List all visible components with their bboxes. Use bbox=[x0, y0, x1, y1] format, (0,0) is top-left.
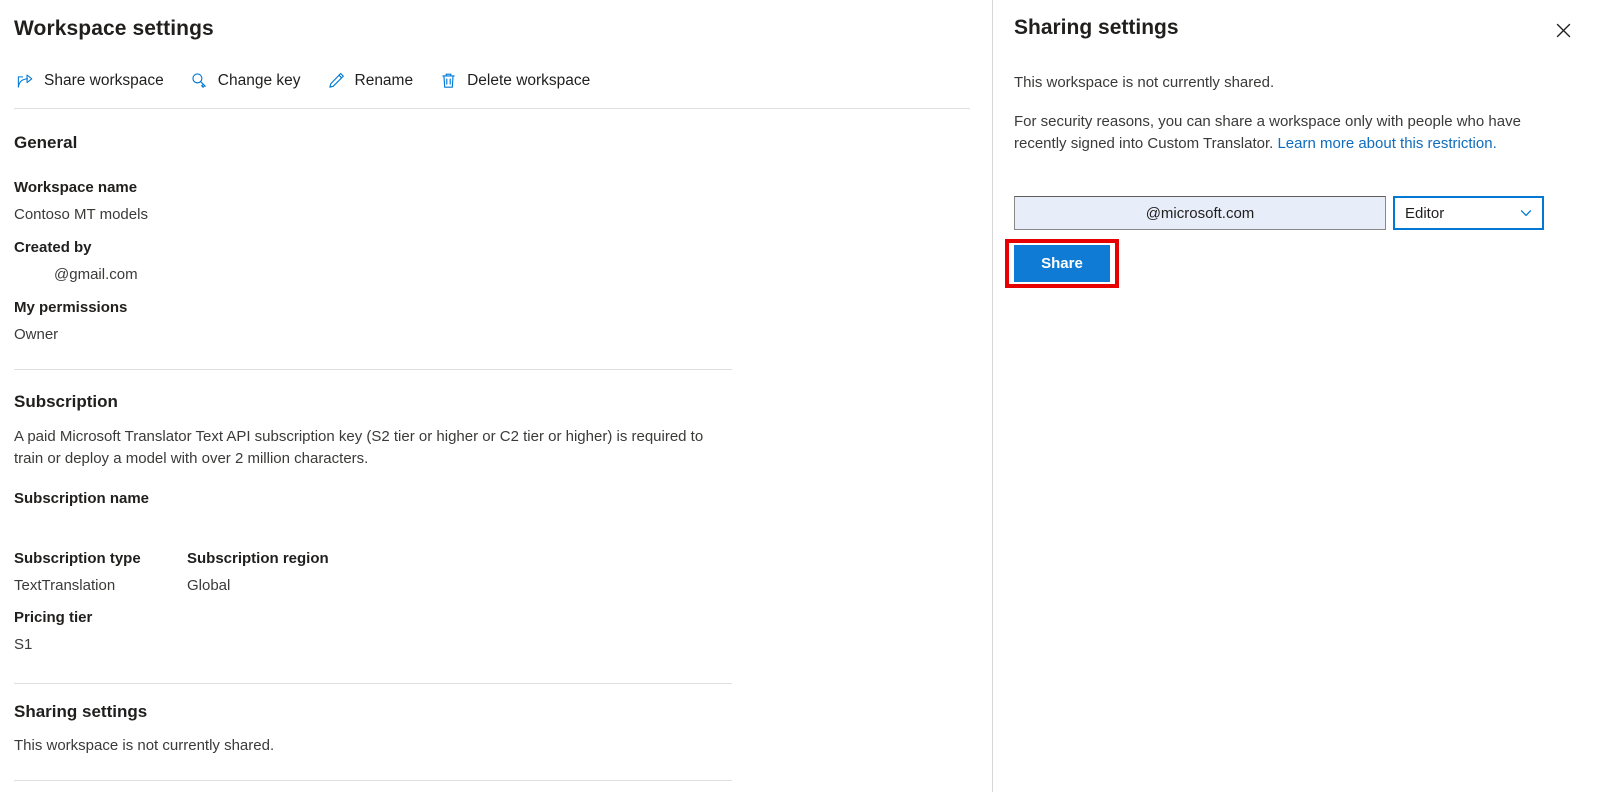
section-divider-general bbox=[14, 369, 732, 370]
sharing-settings-flyout: Sharing settings This workspace is not c… bbox=[993, 0, 1601, 792]
workspace-name-value: Contoso MT models bbox=[14, 206, 148, 223]
workspace-settings-panel: Workspace settings Share workspace Chang… bbox=[0, 0, 993, 792]
share-workspace-label: Share workspace bbox=[44, 71, 164, 89]
share-email-input[interactable] bbox=[1014, 196, 1386, 230]
rename-button[interactable]: Rename bbox=[325, 68, 424, 93]
key-icon bbox=[190, 71, 209, 90]
my-permissions-value: Owner bbox=[14, 326, 59, 343]
created-by-label: Created by bbox=[14, 239, 92, 256]
subscription-region-value: Global bbox=[187, 577, 231, 594]
toolbar-divider bbox=[14, 108, 970, 109]
page-title: Workspace settings bbox=[14, 17, 214, 40]
command-bar: Share workspace Change key Rename Delete… bbox=[14, 68, 614, 93]
subscription-type-value: TextTranslation bbox=[14, 577, 116, 594]
pricing-tier-value: S1 bbox=[14, 636, 33, 653]
share-workspace-button[interactable]: Share workspace bbox=[14, 68, 174, 93]
change-key-button[interactable]: Change key bbox=[188, 68, 311, 93]
security-note: For security reasons, you can share a wo… bbox=[1014, 111, 1534, 154]
my-permissions-label: My permissions bbox=[14, 299, 128, 316]
share-icon bbox=[16, 71, 35, 90]
pencil-icon bbox=[327, 71, 346, 90]
subscription-description: A paid Microsoft Translator Text API sub… bbox=[14, 428, 704, 467]
subscription-type-label: Subscription type bbox=[14, 550, 141, 567]
sharing-panel-title: Sharing settings bbox=[1014, 16, 1179, 39]
delete-workspace-label: Delete workspace bbox=[467, 71, 591, 89]
change-key-label: Change key bbox=[217, 71, 301, 89]
learn-more-link[interactable]: Learn more about this restriction. bbox=[1277, 135, 1496, 152]
pricing-tier-label: Pricing tier bbox=[14, 609, 93, 626]
subscription-section-heading: Subscription bbox=[14, 392, 118, 411]
general-section-heading: General bbox=[14, 133, 78, 152]
share-button[interactable]: Share bbox=[1014, 245, 1110, 282]
section-divider-sharing bbox=[14, 780, 732, 781]
rename-label: Rename bbox=[354, 71, 414, 89]
sharing-status-message: This workspace is not currently shared. bbox=[1014, 74, 1275, 91]
chevron-down-icon bbox=[1519, 206, 1533, 220]
workspace-settings-page: Workspace settings Share workspace Chang… bbox=[0, 0, 1601, 792]
delete-workspace-button[interactable]: Delete workspace bbox=[437, 68, 600, 93]
role-select[interactable]: Editor bbox=[1393, 196, 1544, 230]
trash-icon bbox=[439, 71, 458, 90]
sharing-status-text: This workspace is not currently shared. bbox=[14, 737, 275, 754]
subscription-name-label: Subscription name bbox=[14, 490, 150, 507]
workspace-name-label: Workspace name bbox=[14, 179, 138, 196]
subscription-region-label: Subscription region bbox=[187, 550, 329, 567]
close-icon[interactable] bbox=[1550, 17, 1576, 43]
created-by-value: @gmail.com bbox=[54, 266, 138, 283]
role-select-value: Editor bbox=[1405, 204, 1445, 222]
section-divider-subscription bbox=[14, 683, 732, 684]
sharing-settings-section-heading: Sharing settings bbox=[14, 702, 148, 721]
